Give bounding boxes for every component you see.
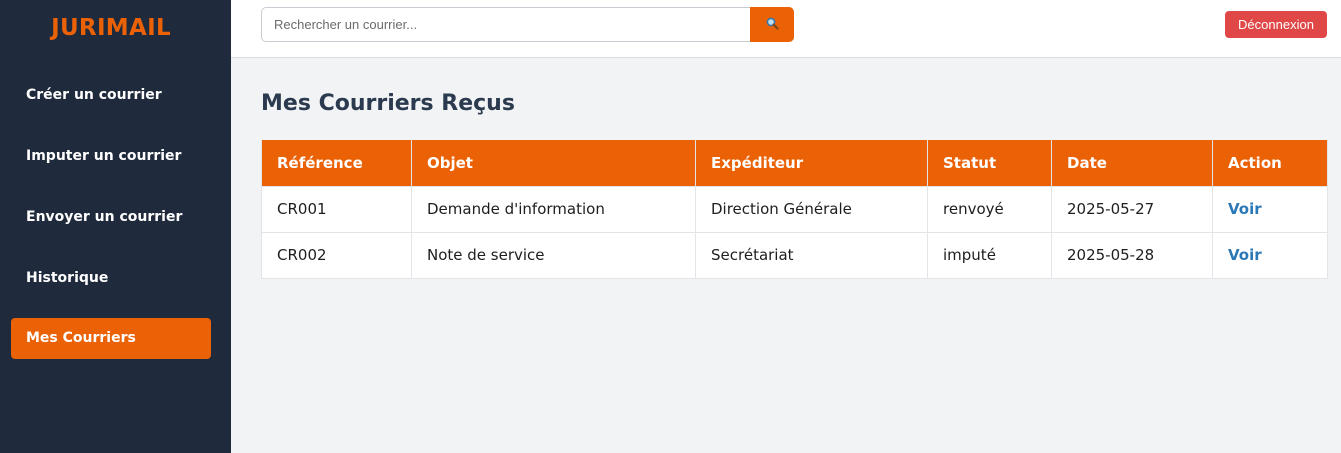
sidebar-item-creer[interactable]: Créer un courrier (11, 75, 211, 116)
cell-statut: imputé (927, 231, 1052, 279)
search-input[interactable] (261, 7, 751, 42)
header-action: Action (1212, 140, 1328, 187)
mail-table: Référence Objet Expéditeur Statut Date A… (261, 140, 1328, 279)
logout-button[interactable]: Déconnexion (1225, 11, 1327, 38)
topbar: Déconnexion (231, 0, 1341, 58)
cell-objet: Note de service (411, 231, 696, 279)
sidebar-item-imputer[interactable]: Imputer un courrier (11, 136, 211, 177)
header-reference: Référence (261, 140, 412, 187)
header-expediteur: Expéditeur (695, 140, 928, 187)
header-statut: Statut (927, 140, 1052, 187)
cell-reference: CR002 (261, 231, 412, 279)
sidebar: JURIMAIL Créer un courrier Imputer un co… (0, 0, 231, 453)
voir-link[interactable]: Voir (1228, 200, 1262, 218)
cell-action: Voir (1212, 231, 1328, 279)
cell-date: 2025-05-27 (1051, 185, 1213, 233)
voir-link[interactable]: Voir (1228, 246, 1262, 264)
cell-expediteur: Secrétariat (695, 231, 928, 279)
table-row: CR001 Demande d'information Direction Gé… (261, 185, 1328, 233)
sidebar-item-mes-courriers[interactable]: Mes Courriers (11, 318, 211, 359)
sidebar-item-historique[interactable]: Historique (11, 258, 211, 299)
cell-reference: CR001 (261, 185, 412, 233)
magnifier-icon (766, 17, 779, 33)
cell-expediteur: Direction Générale (695, 185, 928, 233)
cell-action: Voir (1212, 185, 1328, 233)
cell-date: 2025-05-28 (1051, 231, 1213, 279)
table-row: CR002 Note de service Secrétariat imputé… (261, 231, 1328, 279)
header-date: Date (1051, 140, 1213, 187)
header-objet: Objet (411, 140, 696, 187)
sidebar-item-envoyer[interactable]: Envoyer un courrier (11, 197, 211, 238)
cell-objet: Demande d'information (411, 185, 696, 233)
app-logo: JURIMAIL (51, 15, 171, 41)
cell-statut: renvoyé (927, 185, 1052, 233)
table-header-row: Référence Objet Expéditeur Statut Date A… (261, 140, 1328, 187)
search-button[interactable] (750, 7, 794, 42)
page-title: Mes Courriers Reçus (261, 91, 515, 116)
